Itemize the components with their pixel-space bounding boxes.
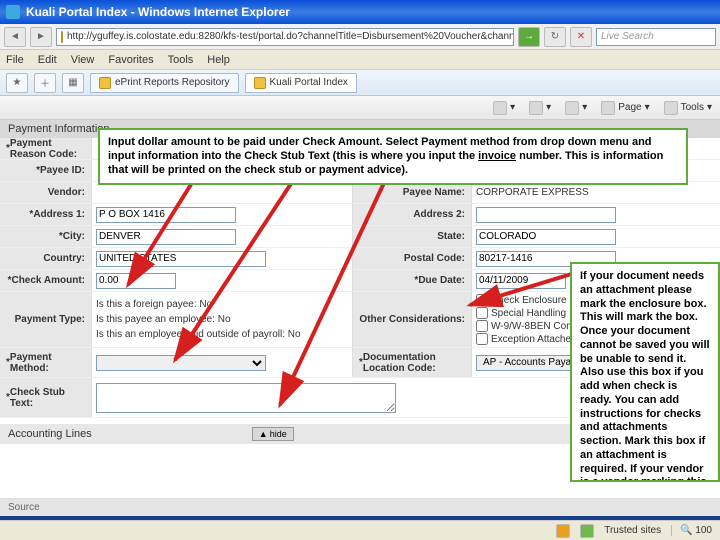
- payee-name-value: CORPORATE EXPRESS: [476, 185, 589, 200]
- label-check-stub: Check Stub Text:: [0, 378, 92, 417]
- city-input[interactable]: [96, 229, 236, 245]
- payment-method-select[interactable]: [96, 355, 266, 371]
- check-enclosure-label: Check Enclosure: [491, 295, 567, 306]
- source-label: Source: [8, 502, 40, 513]
- tab-icon: [99, 77, 111, 89]
- print-button[interactable]: ▾: [565, 101, 587, 115]
- menu-bar: File Edit View Favorites Tools Help: [0, 50, 720, 70]
- home-button[interactable]: ▾: [493, 101, 515, 115]
- special-handling-checkbox[interactable]: [476, 307, 488, 319]
- label-due-date: Due Date:: [352, 270, 472, 291]
- exception-label: Exception Attached: [491, 334, 577, 345]
- state-input[interactable]: [476, 229, 616, 245]
- home-icon: [493, 101, 507, 115]
- menu-edit[interactable]: Edit: [38, 54, 57, 66]
- page-icon: [61, 31, 63, 43]
- accounting-title: Accounting Lines: [8, 428, 92, 440]
- menu-favorites[interactable]: Favorites: [108, 54, 153, 66]
- annotation-right: If your document needs an attachment ple…: [570, 262, 720, 482]
- w9-checkbox[interactable]: [476, 320, 488, 332]
- back-button[interactable]: ◄: [4, 27, 26, 47]
- menu-tools[interactable]: Tools: [168, 54, 194, 66]
- label-payment-method: Payment Method:: [0, 348, 92, 377]
- label-payee-id: Payee ID:: [0, 160, 92, 181]
- command-bar: ▾ ▾ ▾ Page ▾ Tools ▾: [0, 96, 720, 120]
- zoom-control[interactable]: 🔍 100: [671, 525, 712, 536]
- check-enclosure-checkbox[interactable]: [476, 294, 488, 306]
- tab-eprint[interactable]: ePrint Reports Repository: [90, 73, 239, 93]
- label-reason-code: Payment Reason Code:: [0, 138, 92, 159]
- section-title: Payment Information: [8, 123, 110, 135]
- nav-toolbar: ◄ ► http://yguffey.is.colostate.edu:8280…: [0, 24, 720, 50]
- favorites-center-button[interactable]: ★: [6, 73, 28, 93]
- tab-list-button[interactable]: ▦: [62, 73, 84, 93]
- label-doc-location: Documentation Location Code:: [352, 348, 472, 377]
- outside-payroll-text: Is this an employee paid outside of payr…: [96, 327, 301, 342]
- address1-input[interactable]: [96, 207, 236, 223]
- special-handling-label: Special Handling: [491, 308, 566, 319]
- due-date-input[interactable]: [476, 273, 566, 289]
- check-amount-input[interactable]: [96, 273, 176, 289]
- feeds-button[interactable]: ▾: [529, 101, 551, 115]
- status-bar: Trusted sites 🔍 100: [0, 520, 720, 540]
- label-address2: Address 2:: [352, 204, 472, 225]
- label-check-amount: Check Amount:: [0, 270, 92, 291]
- employee-payee-text: Is this payee an employee: No: [96, 312, 231, 327]
- address-bar[interactable]: http://yguffey.is.colostate.edu:8280/kfs…: [56, 28, 514, 46]
- label-vendor: Vendor:: [0, 182, 92, 203]
- country-input[interactable]: [96, 251, 266, 267]
- search-placeholder: Live Search: [601, 31, 654, 42]
- label-city: City:: [0, 226, 92, 247]
- page-menu[interactable]: Page ▾: [601, 101, 649, 115]
- print-icon: [565, 101, 579, 115]
- tab-label: ePrint Reports Repository: [115, 77, 230, 88]
- page-icon: [601, 101, 615, 115]
- hide-button[interactable]: ▲ hide: [252, 427, 294, 441]
- ie-icon: [6, 5, 20, 19]
- security-icon[interactable]: [580, 524, 594, 538]
- label-country: Country:: [0, 248, 92, 269]
- stop-button[interactable]: ✕: [570, 27, 592, 47]
- feeds-icon: [529, 101, 543, 115]
- label-address1: Address 1:: [0, 204, 92, 225]
- label-state: State:: [352, 226, 472, 247]
- tab-kuali[interactable]: Kuali Portal Index: [245, 73, 357, 93]
- tab-icon: [254, 77, 266, 89]
- zone-label: Trusted sites: [604, 525, 661, 536]
- check-stub-textarea[interactable]: [96, 383, 396, 413]
- menu-help[interactable]: Help: [207, 54, 230, 66]
- tab-bar: ★ ＋ ▦ ePrint Reports Repository Kuali Po…: [0, 70, 720, 96]
- annotation-top: Input dollar amount to be paid under Che…: [98, 128, 688, 185]
- menu-view[interactable]: View: [71, 54, 95, 66]
- popup-blocked-icon[interactable]: [556, 524, 570, 538]
- menu-file[interactable]: File: [6, 54, 24, 66]
- foreign-payee-text: Is this a foreign payee: No: [96, 297, 212, 312]
- add-favorite-button[interactable]: ＋: [34, 73, 56, 93]
- tools-menu[interactable]: Tools ▾: [664, 101, 712, 115]
- tab-label: Kuali Portal Index: [270, 77, 348, 88]
- forward-button[interactable]: ►: [30, 27, 52, 47]
- label-payment-type: Payment Type:: [0, 292, 92, 347]
- tools-icon: [664, 101, 678, 115]
- address2-input[interactable]: [476, 207, 616, 223]
- go-button[interactable]: →: [518, 27, 540, 47]
- window-title: Kuali Portal Index - Windows Internet Ex…: [26, 5, 290, 19]
- refresh-button[interactable]: ↻: [544, 27, 566, 47]
- label-postal: Postal Code:: [352, 248, 472, 269]
- window-titlebar: Kuali Portal Index - Windows Internet Ex…: [0, 0, 720, 24]
- url-text: http://yguffey.is.colostate.edu:8280/kfs…: [67, 31, 514, 42]
- search-box[interactable]: Live Search: [596, 28, 716, 46]
- exception-checkbox[interactable]: [476, 333, 488, 345]
- label-other-considerations: Other Considerations:: [352, 292, 472, 347]
- source-bar: Source: [0, 498, 720, 516]
